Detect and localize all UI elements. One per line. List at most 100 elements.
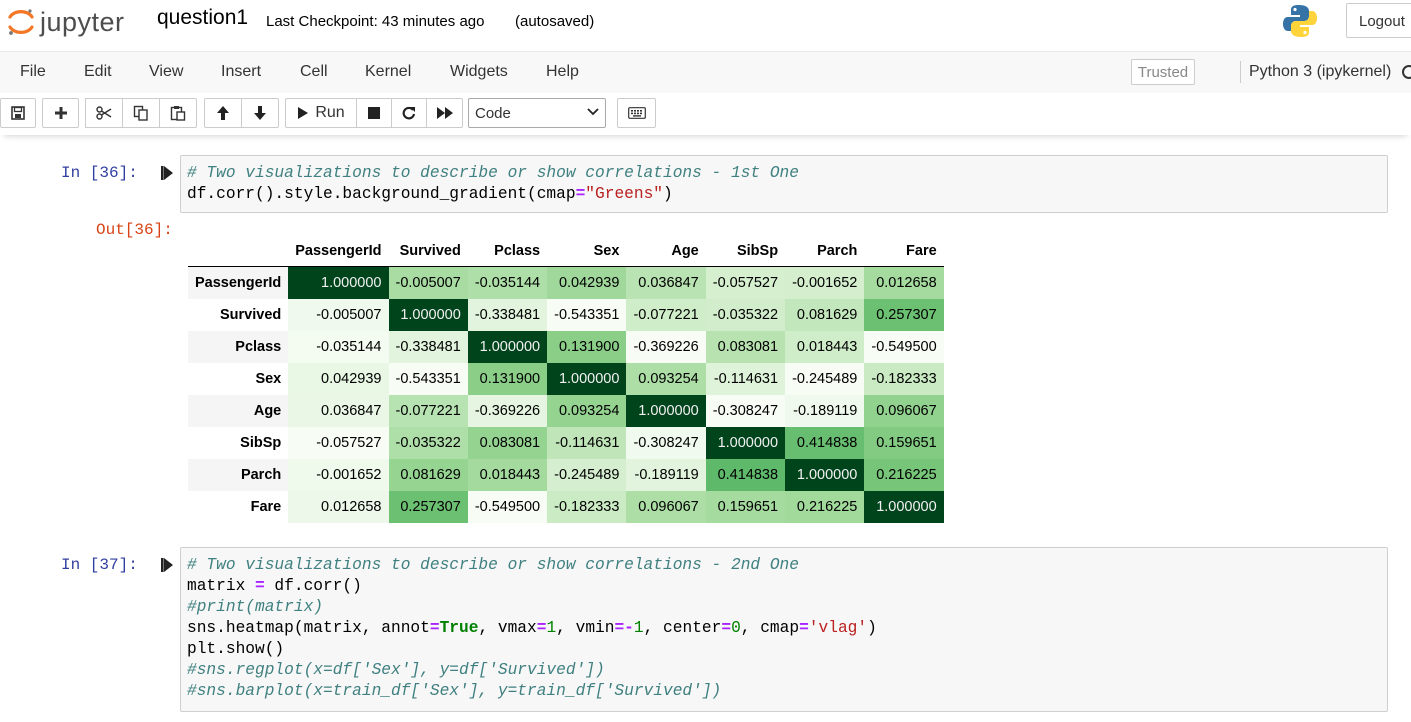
row-header: SibSp — [240, 435, 282, 451]
column-header: Survived — [388, 236, 468, 267]
table-cell: -0.189119 — [785, 395, 865, 427]
correlation-table: PassengerId Survived Pclass Sex Age SibSp Parc… — [188, 236, 944, 523]
restart-run-all-button[interactable] — [426, 98, 463, 128]
table-cell: -0.245489 — [785, 363, 865, 395]
row-header: Parch — [188, 459, 289, 491]
table-cell: -0.308247 — [705, 395, 786, 427]
table-cell: 0.036847 — [288, 395, 389, 427]
code-token: #sns.barplot(x=train_df['Sex'], y=train_… — [187, 682, 722, 700]
table-row: Age 0.036847 -0.077221 -0.369226 0.093254 1.0… — [188, 395, 944, 427]
code-token: ) — [663, 185, 673, 203]
menu-kernel[interactable]: Kernel — [365, 63, 411, 81]
copy-button[interactable] — [122, 98, 160, 128]
menu-widgets[interactable]: Widgets — [450, 63, 508, 81]
menu-help[interactable]: Help — [546, 63, 579, 81]
paste-icon — [170, 106, 186, 121]
logout-button[interactable]: Logout — [1346, 3, 1411, 38]
move-up-button[interactable] — [204, 98, 242, 128]
arrow-up-icon — [217, 106, 229, 120]
table-cell: -0.369226 — [467, 395, 548, 427]
code-text[interactable]: # Two visualizations to describe or show… — [187, 163, 799, 205]
table-cell: 0.131900 — [547, 331, 627, 363]
code-token: True — [439, 619, 479, 637]
jupyter-logo[interactable]: jupyter — [6, 6, 125, 38]
restart-kernel-button[interactable] — [391, 98, 427, 128]
table-cell: -0.114631 — [705, 363, 786, 395]
code-token: 0 — [731, 619, 741, 637]
code-token: ) — [867, 619, 877, 637]
run-cell-icon[interactable] — [161, 166, 174, 180]
table-cell: 0.131900 — [467, 363, 548, 395]
table-cell: 0.096067 — [864, 395, 944, 427]
menu-view[interactable]: View — [149, 63, 183, 81]
kernel-name[interactable]: Python 3 (ipykernel) — [1249, 63, 1391, 81]
command-palette-button[interactable] — [617, 98, 656, 128]
stop-icon — [368, 107, 380, 119]
code-line: df.corr().style.background_gradient(cmap… — [187, 184, 799, 205]
column-header: Fare — [864, 236, 944, 267]
column-header: SibSp — [705, 236, 786, 267]
table-cell: -0.035144 — [288, 331, 389, 363]
row-header: Age — [188, 395, 289, 427]
table-cell: 1.000000 — [705, 427, 786, 459]
table-cell: 1.000000 — [388, 299, 468, 331]
table-cell: -0.338481 — [388, 331, 468, 363]
notebook-toolbar: Run Code — [0, 93, 1411, 135]
kernel-status-icon — [1402, 65, 1411, 79]
table-cell: -0.114631 — [547, 427, 627, 459]
code-token: 1 — [546, 619, 557, 637]
table-cell: -0.549500 — [864, 331, 944, 363]
code-token: = — [255, 577, 265, 595]
cell-type-select[interactable]: Code — [468, 98, 606, 128]
save-icon — [11, 106, 25, 120]
table-cell: 0.414838 — [785, 427, 865, 459]
code-token: 1 — [633, 619, 644, 637]
table-cell: 1.000000 — [288, 266, 389, 299]
table-cell: 0.096067 — [626, 491, 706, 523]
code-editor[interactable]: # Two visualizations to describe or show… — [180, 547, 1388, 712]
code-token: # Two visualizations to describe or show… — [187, 164, 799, 182]
table-cell: -0.308247 — [626, 427, 706, 459]
move-down-button[interactable] — [241, 98, 279, 128]
table-cell: -0.077221 — [626, 299, 706, 331]
menu-cell[interactable]: Cell — [300, 63, 328, 81]
code-line: #print(matrix) — [187, 597, 877, 618]
code-editor[interactable]: # Two visualizations to describe or show… — [180, 155, 1388, 213]
interrupt-button[interactable] — [356, 98, 392, 128]
table-cell: -0.001652 — [785, 266, 865, 299]
table-cell: -0.035322 — [388, 427, 468, 459]
restart-icon — [402, 106, 416, 120]
run-button[interactable]: Run — [285, 98, 357, 128]
run-cell-icon[interactable] — [161, 558, 174, 572]
table-cell: -0.182333 — [864, 363, 944, 395]
code-token: , center — [643, 619, 722, 637]
save-button[interactable] — [0, 98, 36, 128]
menu-edit[interactable]: Edit — [84, 63, 112, 81]
menu-insert[interactable]: Insert — [221, 63, 261, 81]
table-cell: 0.257307 — [388, 491, 468, 523]
table-cell: 0.159651 — [705, 491, 786, 523]
output-prompt: Out[36]: — [96, 221, 173, 239]
table-row: Parch -0.001652 0.081629 0.018443 -0.245489-… — [188, 459, 944, 491]
menubar: File Edit View Insert Cell Kernel Widget… — [0, 51, 1411, 94]
notebook-name[interactable]: question1 — [157, 6, 248, 30]
table-cell: 0.018443 — [785, 331, 865, 363]
table-cell: 0.159651 — [864, 427, 944, 459]
code-token: =- — [614, 619, 634, 637]
trusted-indicator[interactable]: Trusted — [1131, 59, 1195, 85]
cut-button[interactable] — [85, 98, 123, 128]
code-token: , vmax — [478, 619, 537, 637]
code-text[interactable]: # Two visualizations to describe or show… — [187, 555, 877, 702]
menu-file[interactable]: File — [20, 63, 46, 81]
code-token: = — [536, 619, 547, 637]
row-header: Fare — [250, 499, 282, 515]
input-prompt: In [36]: — [61, 164, 138, 182]
table-cell: 1.000000 — [467, 331, 548, 363]
paste-button[interactable] — [159, 98, 197, 128]
code-token: sns.heatmap(matrix, annot — [187, 619, 430, 637]
table-cell: -0.057527 — [288, 427, 389, 459]
cell-type-value: Code — [475, 105, 511, 122]
notebook-header: jupyter question1 Last Checkpoint: 43 mi… — [0, 0, 1411, 52]
table-cell: -0.077221 — [388, 395, 468, 427]
insert-cell-button[interactable] — [42, 98, 79, 128]
